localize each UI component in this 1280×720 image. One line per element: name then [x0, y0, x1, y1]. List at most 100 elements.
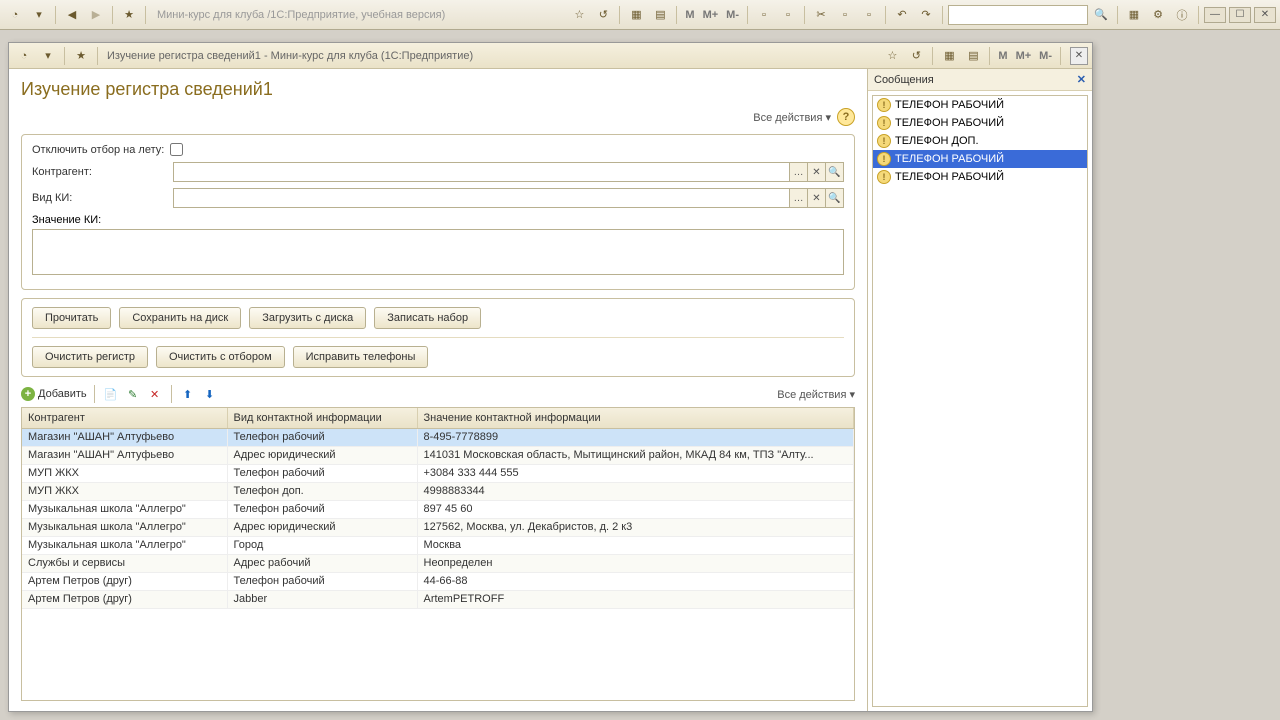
select-button[interactable]: … [790, 188, 808, 208]
minimize-button[interactable]: — [1204, 7, 1226, 23]
disable-filter-checkbox[interactable] [170, 143, 183, 156]
copy-icon[interactable]: ▫ [834, 4, 856, 26]
window-titlebar: ◔ ▾ ★ Изучение регистра сведений1 - Мини… [9, 43, 1092, 69]
open-button[interactable]: 🔍 [826, 162, 844, 182]
window-close-button[interactable]: ✕ [1070, 47, 1088, 65]
undo-icon[interactable]: ↶ [891, 4, 913, 26]
history-icon[interactable]: ↺ [592, 4, 614, 26]
settings-icon[interactable]: ⚙ [1147, 4, 1169, 26]
table-row[interactable]: МУП ЖКХТелефон рабочий+3084 333 444 555 [22, 464, 854, 482]
message-text: ТЕЛЕФОН РАБОЧИЙ [895, 153, 1004, 165]
star-icon[interactable]: ★ [118, 4, 140, 26]
table-row[interactable]: Артем Петров (друг)Телефон рабочий44-66-… [22, 572, 854, 590]
data-grid[interactable]: КонтрагентВид контактной информацииЗначе… [21, 407, 855, 701]
table-row[interactable]: Музыкальная школа "Аллегро"Телефон рабоч… [22, 500, 854, 518]
dropdown-icon[interactable]: ▾ [28, 4, 50, 26]
app-toolbar: ◔ ▾ ◀ ▶ ★ Мини-курс для клуба /1С:Предпр… [0, 0, 1280, 30]
messages-close-icon[interactable]: ✕ [1077, 73, 1086, 86]
table-row[interactable]: Магазин "АШАН" АлтуфьевоТелефон рабочий8… [22, 428, 854, 446]
vid-ki-input[interactable] [173, 188, 790, 208]
clear-button[interactable]: ✕ [808, 162, 826, 182]
redo-icon[interactable]: ↷ [915, 4, 937, 26]
calc-icon[interactable]: ▦ [625, 4, 647, 26]
help-button[interactable]: ? [837, 108, 855, 126]
star-icon[interactable]: ★ [70, 45, 92, 67]
table-row[interactable]: Магазин "АШАН" АлтуфьевоАдрес юридически… [22, 446, 854, 464]
app-logo-icon[interactable]: ◔ [4, 4, 26, 26]
calendar-icon[interactable]: ▤ [962, 45, 984, 67]
column-header[interactable]: Значение контактной информации [417, 408, 854, 428]
open-icon[interactable]: ▫ [777, 4, 799, 26]
clear-register-button[interactable]: Очистить регистр [32, 346, 148, 368]
document-window: ◔ ▾ ★ Изучение регистра сведений1 - Мини… [8, 42, 1093, 712]
back-icon[interactable]: ◀ [61, 4, 83, 26]
search-input[interactable] [948, 5, 1088, 25]
move-up-icon[interactable]: ⬆ [179, 385, 197, 403]
clear-with-filter-button[interactable]: Очистить с отбором [156, 346, 285, 368]
message-item[interactable]: !ТЕЛЕФОН РАБОЧИЙ [873, 150, 1087, 168]
calc-icon[interactable]: ▦ [938, 45, 960, 67]
message-item[interactable]: !ТЕЛЕФОН РАБОЧИЙ [873, 96, 1087, 114]
delete-icon[interactable]: ✕ [146, 385, 164, 403]
new-icon[interactable]: ▫ [753, 4, 775, 26]
load-disk-button[interactable]: Загрузить с диска [249, 307, 366, 329]
favorite-icon[interactable]: ☆ [568, 4, 590, 26]
filter-form: Отключить отбор на лету: Контрагент: … ✕… [21, 134, 855, 290]
maximize-button[interactable]: ☐ [1229, 7, 1251, 23]
all-actions-menu[interactable]: Все действия ▾ [753, 111, 831, 124]
table-row[interactable]: Службы и сервисыАдрес рабочийНеопределен [22, 554, 854, 572]
m-button[interactable]: M [682, 9, 697, 21]
table-row[interactable]: МУП ЖКХТелефон доп.4998883344 [22, 482, 854, 500]
action-buttons: Прочитать Сохранить на диск Загрузить с … [21, 298, 855, 377]
calendar-icon[interactable]: ▤ [649, 4, 671, 26]
value-ki-input[interactable] [32, 229, 844, 275]
add-label: Добавить [38, 388, 87, 400]
write-set-button[interactable]: Записать набор [374, 307, 481, 329]
app-logo-icon[interactable]: ◔ [13, 45, 35, 67]
m-button[interactable]: M [995, 50, 1010, 62]
m-minus-button[interactable]: M- [723, 9, 742, 21]
history-icon[interactable]: ↺ [905, 45, 927, 67]
clear-button[interactable]: ✕ [808, 188, 826, 208]
m-plus-button[interactable]: M+ [700, 9, 722, 21]
message-text: ТЕЛЕФОН РАБОЧИЙ [895, 99, 1004, 111]
windows-icon[interactable]: ▦ [1123, 4, 1145, 26]
messages-list: !ТЕЛЕФОН РАБОЧИЙ!ТЕЛЕФОН РАБОЧИЙ!ТЕЛЕФОН… [872, 95, 1088, 707]
forward-icon[interactable]: ▶ [85, 4, 107, 26]
select-button[interactable]: … [790, 162, 808, 182]
close-button[interactable]: ✕ [1254, 7, 1276, 23]
dropdown-icon[interactable]: ▾ [37, 45, 59, 67]
paste-icon[interactable]: ▫ [858, 4, 880, 26]
save-disk-button[interactable]: Сохранить на диск [119, 307, 241, 329]
kontragent-input[interactable] [173, 162, 790, 182]
message-item[interactable]: !ТЕЛЕФОН РАБОЧИЙ [873, 114, 1087, 132]
plus-icon: + [21, 387, 35, 401]
window-title: Изучение регистра сведений1 - Мини-курс … [107, 50, 473, 62]
cut-icon[interactable]: ✂ [810, 4, 832, 26]
move-down-icon[interactable]: ⬇ [201, 385, 219, 403]
warning-icon: ! [877, 134, 891, 148]
m-minus-button[interactable]: M- [1036, 50, 1055, 62]
warning-icon: ! [877, 170, 891, 184]
info-icon[interactable]: ⓘ [1171, 4, 1193, 26]
m-plus-button[interactable]: M+ [1013, 50, 1035, 62]
fix-phones-button[interactable]: Исправить телефоны [293, 346, 429, 368]
app-title: Мини-курс для клуба /1С:Предприятие, уче… [157, 9, 445, 21]
window-controls: — ☐ ✕ [1204, 7, 1276, 23]
column-header[interactable]: Вид контактной информации [227, 408, 417, 428]
table-row[interactable]: Музыкальная школа "Аллегро"ГородМосква [22, 536, 854, 554]
table-row[interactable]: Музыкальная школа "Аллегро"Адрес юридиче… [22, 518, 854, 536]
read-button[interactable]: Прочитать [32, 307, 111, 329]
message-item[interactable]: !ТЕЛЕФОН ДОП. [873, 132, 1087, 150]
open-button[interactable]: 🔍 [826, 188, 844, 208]
add-button[interactable]: + Добавить [21, 387, 87, 401]
copy-row-icon[interactable]: 📄 [102, 385, 120, 403]
table-row[interactable]: Артем Петров (друг)JabberArtemPETROFF [22, 590, 854, 608]
edit-icon[interactable]: ✎ [124, 385, 142, 403]
search-icon[interactable]: 🔍 [1090, 4, 1112, 26]
column-header[interactable]: Контрагент [22, 408, 227, 428]
page-title: Изучение регистра сведений1 [21, 79, 855, 100]
favorite-icon[interactable]: ☆ [881, 45, 903, 67]
grid-all-actions-menu[interactable]: Все действия ▾ [777, 388, 855, 401]
message-item[interactable]: !ТЕЛЕФОН РАБОЧИЙ [873, 168, 1087, 186]
